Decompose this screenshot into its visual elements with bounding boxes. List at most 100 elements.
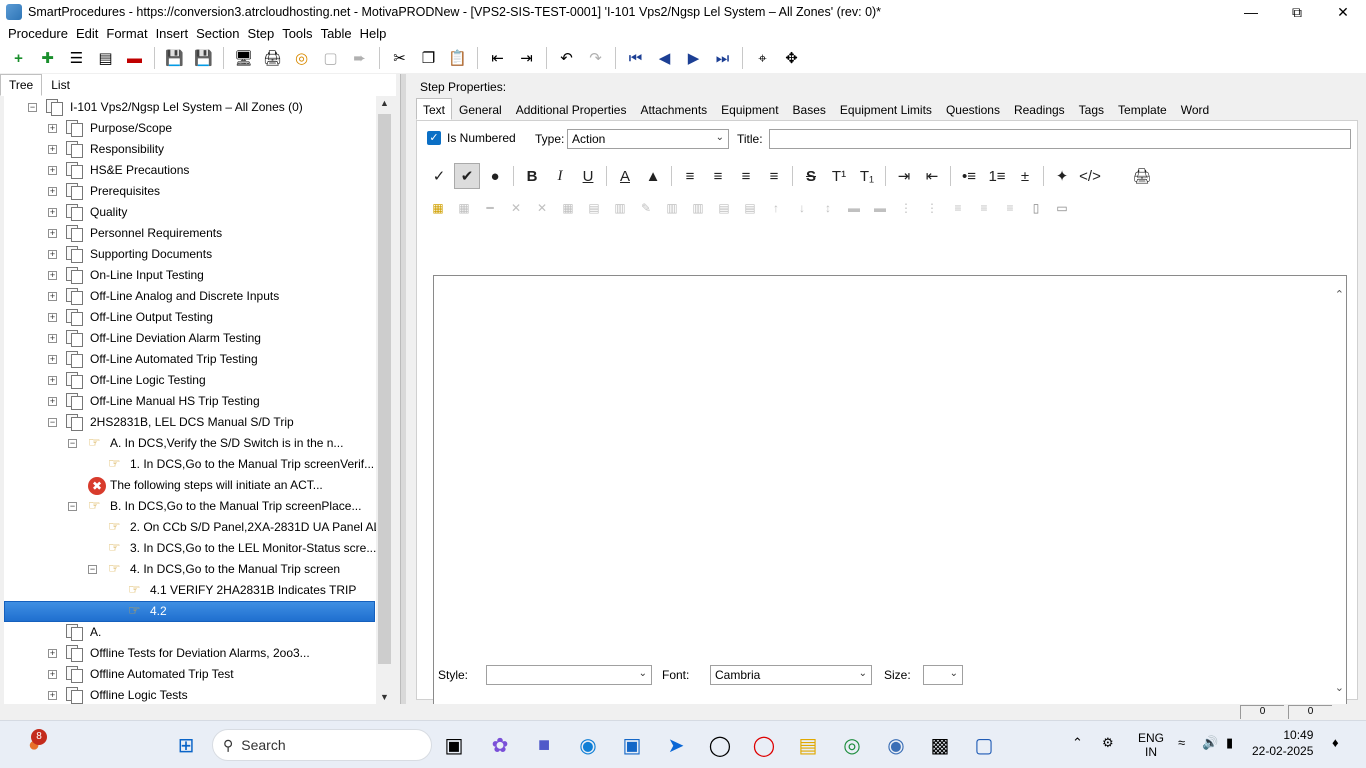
tree-node[interactable]: − ☞ A. In DCS,Verify the S/D Switch is in … — [4, 433, 374, 454]
expand-icon[interactable]: + — [48, 649, 57, 658]
tab-additional-properties[interactable]: Additional Properties — [509, 98, 634, 120]
notification-bell-icon[interactable]: ♦ — [1332, 735, 1339, 750]
tree-node[interactable]: ☞ 2. On CCb S/D Panel,2XA-2831D UA Panel … — [4, 517, 376, 538]
opera-icon[interactable]: ◯ — [748, 729, 780, 761]
align-middle-icon[interactable]: ≡ — [973, 198, 995, 218]
italic-icon[interactable]: I — [547, 163, 573, 189]
split-horizontal-icon[interactable]: ⋮ — [895, 198, 917, 218]
expand-icon[interactable]: + — [48, 124, 57, 133]
move-icon[interactable]: ✥ — [779, 45, 805, 71]
tree-node[interactable]: + On-Line Input Testing — [4, 265, 374, 286]
start-icon[interactable]: ⊞ — [170, 729, 202, 761]
tree-node[interactable]: + Offline Tests for Deviation Alarms, 2oo… — [4, 643, 374, 664]
collapse-icon[interactable]: − — [88, 565, 97, 574]
remove-icon[interactable]: ▬ — [122, 45, 148, 71]
tree-node[interactable]: + Quality — [4, 202, 374, 223]
battery-icon[interactable]: ▮ — [1226, 735, 1233, 751]
dell-icon[interactable]: ◯ — [704, 729, 736, 761]
expand-icon[interactable]: + — [48, 670, 57, 679]
menu-procedure[interactable]: Procedure — [8, 26, 68, 41]
title-input[interactable] — [769, 129, 1351, 149]
underline-icon[interactable]: U — [575, 163, 601, 189]
row-height-icon[interactable]: ▭ — [1051, 198, 1073, 218]
column-properties-icon[interactable]: ▥ — [609, 198, 631, 218]
tab-template[interactable]: Template — [1111, 98, 1174, 120]
expand-icon[interactable]: + — [48, 691, 57, 700]
save-all-icon[interactable]: 💾 — [162, 45, 188, 71]
justify-icon[interactable]: ≡ — [761, 163, 787, 189]
merge-right-icon[interactable]: ▬ — [869, 198, 891, 218]
indent-icon[interactable]: ⇥ — [514, 45, 540, 71]
numbered-list-icon[interactable]: 1≡ — [984, 163, 1010, 189]
superscript-icon[interactable]: T¹ — [826, 163, 852, 189]
expand-icon[interactable]: + — [48, 355, 57, 364]
tree-node[interactable]: + HS&E Precautions — [4, 160, 374, 181]
bold-icon[interactable]: B — [519, 163, 545, 189]
task-view-icon[interactable]: ▣ — [438, 729, 470, 761]
panel-splitter[interactable] — [400, 74, 406, 704]
menu-table[interactable]: Table — [321, 26, 352, 41]
column-width-icon[interactable]: ▯ — [1025, 198, 1047, 218]
last-icon[interactable]: ⏭ — [710, 45, 736, 71]
expand-icon[interactable]: + — [48, 208, 57, 217]
outdent-icon[interactable]: ⇤ — [485, 45, 511, 71]
cell-properties-icon[interactable]: ✎ — [635, 198, 657, 218]
align-top-icon[interactable]: ≡ — [947, 198, 969, 218]
tree-node[interactable]: + Purpose/Scope — [4, 118, 374, 139]
teams-icon[interactable]: ■ — [528, 729, 560, 761]
step-text-editor[interactable]: ⌃ ⌄ — [433, 275, 1347, 705]
word-icon[interactable]: ▢ — [968, 729, 1000, 761]
horizontal-rule-icon[interactable]: ± — [1012, 163, 1038, 189]
expand-icon[interactable]: + — [48, 250, 57, 259]
volume-icon[interactable]: 🔊 — [1202, 735, 1218, 751]
tree-node[interactable]: − I-101 Vps2/Ngsp Lel System – All Zones … — [4, 97, 374, 118]
collapse-icon[interactable]: − — [68, 439, 77, 448]
tree-node[interactable]: ✖ The following steps will initiate an AC… — [4, 475, 374, 496]
tab-equipment-limits[interactable]: Equipment Limits — [833, 98, 939, 120]
edge-icon[interactable]: ◉ — [572, 729, 604, 761]
align-left-icon[interactable]: ≡ — [677, 163, 703, 189]
undo-icon[interactable]: ↶ — [554, 45, 580, 71]
print-icon[interactable]: 🖨 — [260, 45, 286, 71]
tab-text[interactable]: Text — [416, 98, 453, 120]
tab-general[interactable]: General — [452, 98, 509, 120]
tree-node[interactable]: − ☞ B. In DCS,Go to the Manual Trip screen… — [4, 496, 374, 517]
align-right-icon[interactable]: ≡ — [733, 163, 759, 189]
expand-icon[interactable]: + — [48, 229, 57, 238]
is-numbered-checkbox[interactable]: ✓ — [427, 131, 441, 145]
tree-node[interactable]: − ☞ 4. In DCS,Go to the Manual Trip screen — [4, 559, 374, 580]
properties-icon[interactable]: ▤ — [93, 45, 119, 71]
strikethrough-icon[interactable]: S — [798, 163, 824, 189]
add-child-icon[interactable]: ✚ — [35, 45, 61, 71]
insert-row-above-icon[interactable]: ▤ — [713, 198, 735, 218]
magic-wand-icon[interactable]: ✦ — [1049, 163, 1075, 189]
tree-node[interactable]: + Off-Line Analog and Discrete Inputs — [4, 286, 374, 307]
delete-table-icon[interactable]: ▦ — [453, 198, 475, 218]
tree-node[interactable]: ☞ 4.1 VERIFY 2HA2831B Indicates TRIP — [4, 580, 374, 601]
menu-edit[interactable]: Edit — [76, 26, 98, 41]
expand-icon[interactable]: + — [48, 187, 57, 196]
tree-node[interactable]: ☞ 4.2 — [4, 601, 374, 622]
subscript-icon[interactable]: T₁ — [854, 163, 880, 189]
expand-icon[interactable]: + — [48, 397, 57, 406]
tree-node[interactable]: + Personnel Requirements — [4, 223, 374, 244]
insert-column-left-icon[interactable]: ▥ — [661, 198, 683, 218]
tree-node[interactable]: + Supporting Documents — [4, 244, 374, 265]
restore-button[interactable]: ⧉ — [1274, 0, 1320, 24]
smartprocedures-icon[interactable]: ◉ — [880, 729, 912, 761]
tree-node[interactable]: + Offline Logic Tests — [4, 685, 374, 704]
app-icon[interactable]: ➤ — [660, 729, 692, 761]
store-icon[interactable]: ▣ — [616, 729, 648, 761]
html-source-icon[interactable]: </> — [1077, 163, 1103, 189]
tree-node[interactable]: + Off-Line Output Testing — [4, 307, 374, 328]
menu-step[interactable]: Step — [247, 26, 274, 41]
tab-equipment[interactable]: Equipment — [714, 98, 785, 120]
tree-scrollbar[interactable]: ▲ ▼ — [376, 96, 393, 704]
decrease-indent-icon[interactable]: ⇤ — [919, 163, 945, 189]
table-properties-icon[interactable]: ▦ — [557, 198, 579, 218]
tree-node[interactable]: + Off-Line Deviation Alarm Testing — [4, 328, 374, 349]
find-icon[interactable]: ⌖ — [750, 45, 776, 71]
tab-questions[interactable]: Questions — [939, 98, 1007, 120]
tab-word[interactable]: Word — [1174, 98, 1216, 120]
collapse-icon[interactable]: − — [28, 103, 37, 112]
